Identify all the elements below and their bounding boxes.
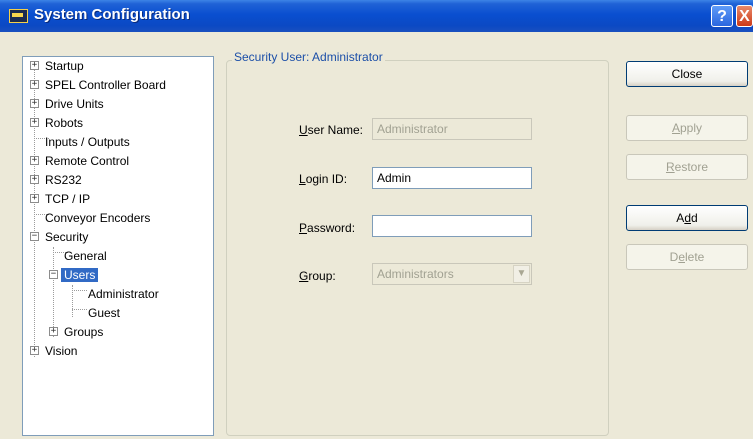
expand-icon[interactable]: + xyxy=(30,80,39,89)
add-button[interactable]: Add xyxy=(626,205,748,231)
password-field[interactable] xyxy=(372,215,532,237)
expand-icon[interactable]: + xyxy=(30,346,39,355)
tree-item-general[interactable]: General xyxy=(64,247,107,265)
tree-item-label: Users xyxy=(61,268,99,282)
help-button[interactable]: ? xyxy=(711,5,733,27)
collapse-icon[interactable]: − xyxy=(30,232,39,241)
tree-item-label: Inputs / Outputs xyxy=(45,135,130,149)
tree-item-label: Robots xyxy=(45,116,84,130)
expand-icon[interactable]: + xyxy=(30,61,39,70)
tree-item-label: Groups xyxy=(64,325,104,339)
tree-item-label: Conveyor Encoders xyxy=(45,211,151,225)
apply-button[interactable]: Apply xyxy=(626,115,748,141)
delete-button[interactable]: Delete xyxy=(626,244,748,270)
close-button[interactable]: Close xyxy=(626,61,748,87)
app-icon xyxy=(9,9,28,23)
config-tree[interactable]: + Startup + SPEL Controller Board + Driv… xyxy=(22,56,214,436)
tree-item-groups[interactable]: + Groups xyxy=(49,323,103,341)
expand-icon[interactable]: + xyxy=(49,327,58,336)
expand-icon[interactable]: + xyxy=(30,194,39,203)
system-configuration-window: System Configuration ? X + Startup + SPE… xyxy=(0,0,753,439)
group-select: Administrators ▼ xyxy=(372,263,532,285)
expand-icon[interactable]: + xyxy=(30,118,39,127)
expand-icon[interactable]: + xyxy=(30,156,39,165)
group-label: Group: xyxy=(299,269,336,283)
tree-item-label: Guest xyxy=(88,306,121,320)
tree-connector xyxy=(72,290,87,291)
tree-item-label: Administrator xyxy=(88,287,159,301)
password-label: Password: xyxy=(299,221,356,235)
chevron-down-icon: ▼ xyxy=(513,265,530,283)
tree-item-label: SPEL Controller Board xyxy=(45,78,166,92)
tree-item-drive-units[interactable]: + Drive Units xyxy=(30,95,104,113)
title-bar[interactable]: System Configuration ? X xyxy=(0,0,753,32)
tree-item-label: Startup xyxy=(45,59,84,73)
tree-item-label: RS232 xyxy=(45,173,82,187)
tree-item-label: Remote Control xyxy=(45,154,130,168)
tree-item-rs232[interactable]: + RS232 xyxy=(30,171,82,189)
username-label: User Name: xyxy=(299,123,364,137)
tree-item-tcp-ip[interactable]: + TCP / IP xyxy=(30,190,90,208)
tree-item-robots[interactable]: + Robots xyxy=(30,114,83,132)
tree-item-guest[interactable]: Guest xyxy=(88,304,120,322)
tree-item-security[interactable]: − Security xyxy=(30,228,88,246)
username-field: Administrator xyxy=(372,118,532,140)
tree-item-label: General xyxy=(64,249,107,263)
tree-item-inputs-outputs[interactable]: Inputs / Outputs xyxy=(45,133,130,151)
close-window-button[interactable]: X xyxy=(736,5,753,27)
tree-connector xyxy=(72,309,87,310)
tree-item-label: Vision xyxy=(45,344,78,358)
tree-item-conveyor-encoders[interactable]: Conveyor Encoders xyxy=(45,209,150,227)
groupbox-title: Security User: Administrator xyxy=(232,50,385,64)
tree-item-vision[interactable]: + Vision xyxy=(30,342,77,360)
tree-item-remote-control[interactable]: + Remote Control xyxy=(30,152,129,170)
group-select-value: Administrators xyxy=(377,267,454,281)
expand-icon[interactable]: + xyxy=(30,99,39,108)
tree-item-users[interactable]: − Users xyxy=(49,266,99,284)
tree-item-label: Drive Units xyxy=(45,97,104,111)
loginid-label: Login ID: xyxy=(299,172,348,186)
window-title: System Configuration xyxy=(34,6,190,23)
tree-item-startup[interactable]: + Startup xyxy=(30,57,84,75)
security-user-groupbox xyxy=(226,60,609,436)
tree-item-label: TCP / IP xyxy=(45,192,91,206)
restore-button[interactable]: Restore xyxy=(626,154,748,180)
tree-item-administrator[interactable]: Administrator xyxy=(88,285,159,303)
expand-icon[interactable]: + xyxy=(30,175,39,184)
collapse-icon[interactable]: − xyxy=(49,270,58,279)
tree-item-label: Security xyxy=(45,230,89,244)
tree-item-spel-controller-board[interactable]: + SPEL Controller Board xyxy=(30,76,166,94)
loginid-field[interactable]: Admin xyxy=(372,167,532,189)
